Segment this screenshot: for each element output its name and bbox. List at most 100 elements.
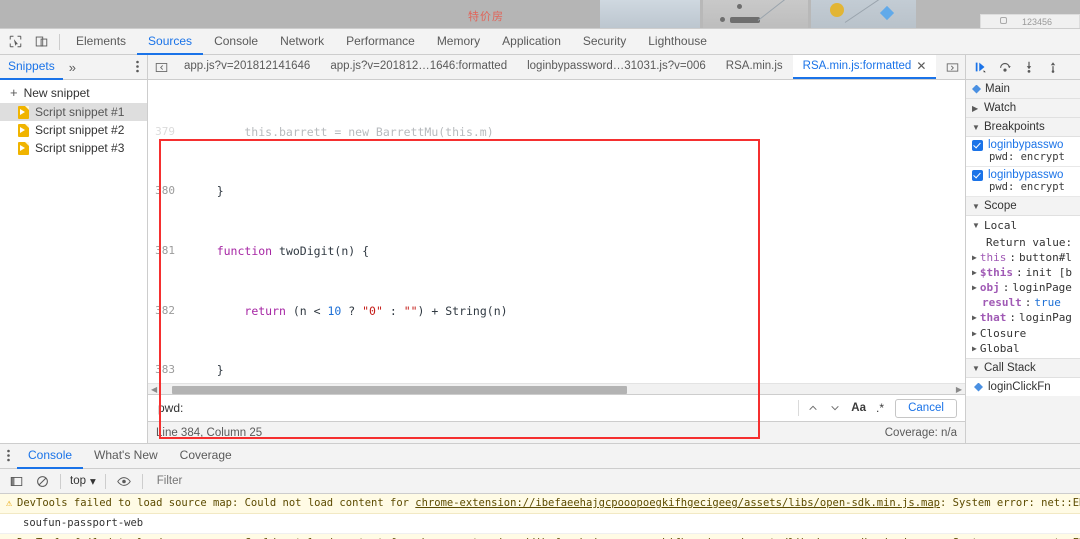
close-icon[interactable]: ✕ xyxy=(916,59,926,73)
drawer-tab-coverage[interactable]: Coverage xyxy=(169,444,243,469)
call-stack-frame-label: loginClickFn xyxy=(988,381,1051,393)
console-warning-message[interactable]: ⚠ DevTools failed to load source map: Co… xyxy=(0,534,1080,539)
line-text: this.barrett = new BarrettMu(this.m) xyxy=(189,124,494,139)
breakpoint-item[interactable]: loginbypasswo pwd: encrypt xyxy=(966,167,1080,197)
drawer-tab-whats-new[interactable]: What's New xyxy=(83,444,169,469)
step-into-icon[interactable] xyxy=(1018,56,1040,78)
section-watch[interactable]: ▶ Watch xyxy=(966,99,1080,118)
scope-row-$this[interactable]: ▶ $this: init [b xyxy=(966,265,1080,280)
drawer-menu-icon[interactable] xyxy=(0,449,17,464)
peek-bar xyxy=(730,17,760,23)
scope-row-result[interactable]: result: true xyxy=(966,295,1080,310)
code-line: 381 function twoDigit(n) { xyxy=(148,243,965,259)
snippet-file-icon xyxy=(18,123,29,137)
tab-memory[interactable]: Memory xyxy=(426,29,491,55)
show-navigator-icon[interactable] xyxy=(148,55,174,79)
snippet-item-3[interactable]: Script snippet #3 xyxy=(0,139,147,157)
more-tabs-icon[interactable] xyxy=(939,55,965,79)
nav-more-tabs-icon[interactable]: » xyxy=(63,60,82,75)
regex-toggle[interactable]: .* xyxy=(871,401,889,415)
scope-group-global[interactable]: ▶ Global xyxy=(966,341,1080,359)
chevron-up-icon[interactable] xyxy=(802,398,824,418)
drawer-tab-console[interactable]: Console xyxy=(17,444,84,469)
scope-row-this[interactable]: ▶ this: button#l xyxy=(966,250,1080,265)
breakpoint-header[interactable]: loginbypasswo xyxy=(972,139,1076,151)
scope-row-obj[interactable]: ▶ obj: loginPage xyxy=(966,280,1080,295)
chevron-right-icon[interactable]: ▶ xyxy=(972,313,977,322)
breakpoint-item[interactable]: loginbypasswo pwd: encrypt xyxy=(966,137,1080,167)
source-tab-rsa-min-formatted[interactable]: RSA.min.js:formatted ✕ xyxy=(792,55,937,79)
source-tab-loginbypassword[interactable]: loginbypassword…31031.js?v=006 xyxy=(517,55,716,79)
watch-label: Watch xyxy=(984,102,1017,114)
console-message-link[interactable]: chrome-extension://ibefaeehajgcpooopoegk… xyxy=(415,497,940,509)
snippets-list: + New snippet Script snippet #1 Script s… xyxy=(0,80,147,443)
source-tab-appjs[interactable]: app.js?v=201812141646 xyxy=(174,55,320,79)
more-options-icon[interactable] xyxy=(128,60,147,75)
scope-property-value: loginPag xyxy=(1018,311,1072,324)
tab-performance[interactable]: Performance xyxy=(335,29,426,55)
step-over-icon[interactable] xyxy=(994,56,1016,78)
cancel-button[interactable]: Cancel xyxy=(895,398,957,418)
editor-horizontal-scrollbar[interactable]: ◀ ▶ xyxy=(148,383,965,394)
chevron-right-icon[interactable]: ▶ xyxy=(972,329,977,338)
tab-console[interactable]: Console xyxy=(203,29,269,55)
tab-network[interactable]: Network xyxy=(269,29,335,55)
chevron-right-icon[interactable]: ▶ xyxy=(972,268,977,277)
source-tab-rsa-min[interactable]: RSA.min.js xyxy=(716,55,793,79)
breakpoint-file-label: loginbypasswo xyxy=(988,139,1064,151)
tab-lighthouse[interactable]: Lighthouse xyxy=(637,29,718,55)
nav-tab-snippets[interactable]: Snippets xyxy=(0,55,63,80)
tab-sources[interactable]: Sources xyxy=(137,29,204,55)
console-sidebar-icon[interactable] xyxy=(4,470,28,492)
section-threads[interactable]: Main xyxy=(966,80,1080,99)
snippet-item-1[interactable]: Script snippet #1 xyxy=(0,103,147,121)
snippet-item-2[interactable]: Script snippet #2 xyxy=(0,121,147,139)
section-call-stack[interactable]: ▼ Call Stack xyxy=(966,359,1080,378)
resume-script-icon[interactable] xyxy=(970,56,992,78)
console-warning-message[interactable]: ⚠ DevTools failed to load source map: Co… xyxy=(0,494,1080,514)
snippet-label: Script snippet #1 xyxy=(35,105,125,119)
scope-row-that[interactable]: ▶ that: loginPag xyxy=(966,310,1080,325)
breakpoint-checkbox[interactable] xyxy=(972,139,983,151)
execution-context-label: top xyxy=(70,475,86,487)
chevron-right-icon[interactable]: ▶ xyxy=(972,344,977,353)
tab-application[interactable]: Application xyxy=(491,29,572,55)
step-out-icon[interactable] xyxy=(1042,56,1064,78)
debugger-sections[interactable]: Main ▶ Watch ▼ Breakpoints loginbypasswo xyxy=(966,80,1080,443)
tab-elements[interactable]: Elements xyxy=(65,29,137,55)
chevron-right-icon[interactable]: ▶ xyxy=(972,253,977,262)
chevron-down-icon: ▾ xyxy=(90,476,96,488)
console-filter-input[interactable] xyxy=(148,475,1080,487)
execution-context-selector[interactable]: top ▾ xyxy=(67,474,99,488)
chevron-right-icon[interactable]: ▶ xyxy=(972,283,977,292)
breakpoint-checkbox[interactable] xyxy=(972,169,983,181)
debugger-toolbar xyxy=(966,55,1080,80)
clear-console-icon[interactable] xyxy=(30,470,54,492)
chevron-down-icon[interactable] xyxy=(824,398,846,418)
scrollbar-thumb[interactable] xyxy=(172,386,627,394)
breakpoint-header[interactable]: loginbypasswo xyxy=(972,169,1076,181)
section-breakpoints[interactable]: ▼ Breakpoints xyxy=(966,118,1080,137)
search-input[interactable] xyxy=(152,401,796,415)
code-content[interactable]: 379 this.barrett = new BarrettMu(this.m)… xyxy=(148,80,965,394)
source-tab-appjs-formatted[interactable]: app.js?v=201812…1646:formatted xyxy=(320,55,517,79)
scope-group-closure[interactable]: ▶ Closure xyxy=(966,325,1080,341)
section-scope[interactable]: ▼ Scope xyxy=(966,197,1080,216)
scope-local-group[interactable]: ▼ Local xyxy=(966,216,1080,235)
cursor-position-label: Line 384, Column 25 xyxy=(156,426,263,439)
device-toolbar-icon[interactable] xyxy=(28,30,54,54)
scope-property-name: Return value: xyxy=(986,236,1073,249)
scope-property-value: true xyxy=(1034,296,1061,309)
scroll-right-icon[interactable]: ▶ xyxy=(956,385,962,394)
toolbar-divider xyxy=(59,33,60,50)
new-snippet-button[interactable]: + New snippet xyxy=(0,82,147,103)
scope-properties: Return value: ▶ this: button#l ▶ $this: … xyxy=(966,235,1080,325)
inspect-element-icon[interactable] xyxy=(2,30,28,54)
line-number: 383 xyxy=(148,363,182,379)
tab-security[interactable]: Security xyxy=(572,29,637,55)
live-expression-icon[interactable] xyxy=(112,470,136,492)
code-editor[interactable]: 379 this.barrett = new BarrettMu(this.m)… xyxy=(148,80,965,394)
scroll-left-icon[interactable]: ◀ xyxy=(151,385,157,394)
match-case-toggle[interactable]: Aa xyxy=(846,402,871,414)
call-stack-frame[interactable]: loginClickFn xyxy=(966,378,1080,396)
